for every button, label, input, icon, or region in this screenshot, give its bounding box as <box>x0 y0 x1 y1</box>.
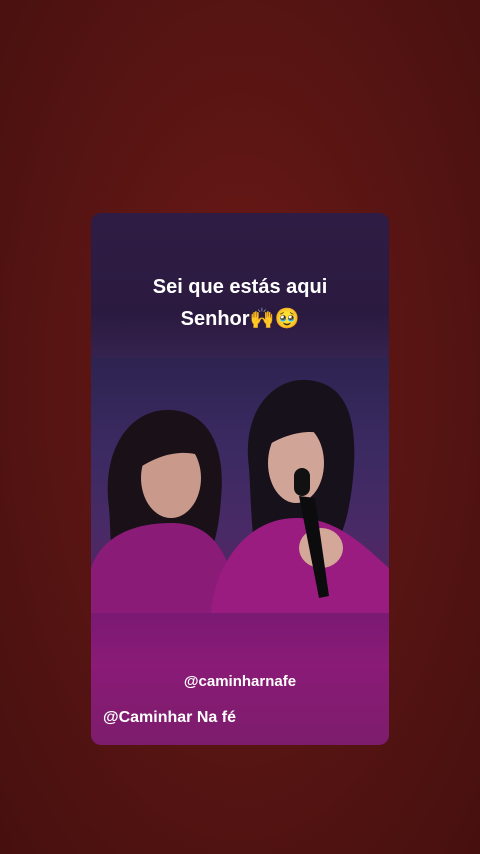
video-card[interactable]: Sei que estás aqui Senhor🙌🥹 @caminharnaf… <box>91 213 389 745</box>
video-caption: Sei que estás aqui Senhor🙌🥹 <box>91 271 389 335</box>
caption-band: Sei que estás aqui Senhor🙌🥹 <box>91 213 389 358</box>
singers-illustration <box>91 379 389 613</box>
caption-line-2: Senhor🙌🥹 <box>180 308 300 330</box>
channel-watermark: @Caminhar Na fé <box>103 709 236 726</box>
caption-line-1: Sei que estás aqui <box>152 276 328 298</box>
creator-handle[interactable]: @caminharnafe <box>91 673 389 690</box>
video-frame-singers <box>91 358 389 613</box>
